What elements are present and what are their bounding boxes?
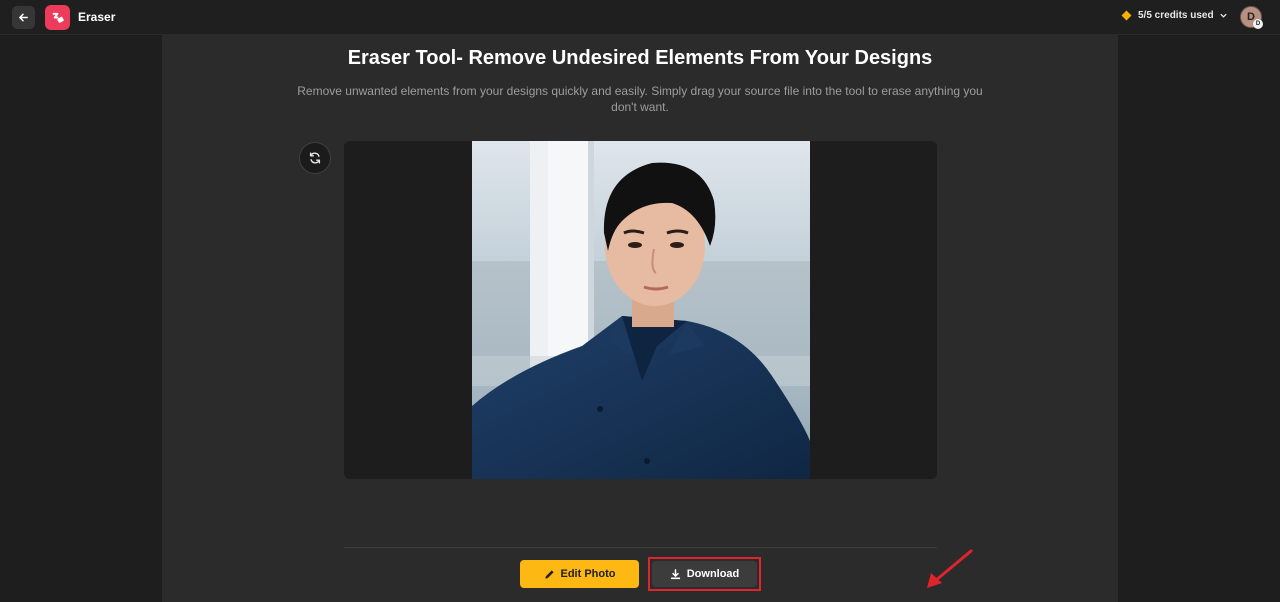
edit-photo-label: Edit Photo bbox=[560, 568, 616, 580]
pencil-icon bbox=[544, 569, 554, 579]
page-subtitle: Remove unwanted elements from your desig… bbox=[297, 84, 983, 114]
red-arrow-annotation bbox=[927, 549, 973, 588]
chevron-down-icon bbox=[1219, 13, 1227, 18]
refresh-button[interactable] bbox=[299, 142, 331, 174]
download-button-inner[interactable]: Download bbox=[652, 561, 757, 587]
app-title: Eraser bbox=[78, 10, 116, 24]
left-gutter bbox=[0, 35, 162, 602]
main-panel: Eraser Tool- Remove Undesired Elements F… bbox=[162, 35, 1118, 602]
credits-text: 5/5 credits used bbox=[1138, 10, 1214, 21]
diamond-icon bbox=[1121, 10, 1132, 21]
edit-photo-button[interactable]: Edit Photo bbox=[520, 560, 639, 588]
avatar-badge: D bbox=[1253, 19, 1263, 29]
back-arrow-icon bbox=[19, 13, 28, 22]
refresh-icon bbox=[309, 152, 321, 164]
page-title: Eraser Tool- Remove Undesired Elements F… bbox=[347, 47, 933, 69]
image-canvas[interactable] bbox=[344, 141, 937, 479]
result-photo bbox=[472, 141, 810, 479]
credits-dropdown[interactable]: 5/5 credits used bbox=[1121, 10, 1228, 21]
right-gutter bbox=[1118, 35, 1280, 602]
download-icon bbox=[670, 568, 680, 579]
back-button[interactable] bbox=[12, 6, 35, 29]
app-logo-icon bbox=[45, 5, 70, 30]
top-bar: Eraser 5/5 credits used D D bbox=[0, 0, 1280, 35]
divider bbox=[344, 547, 937, 548]
download-label: Download bbox=[686, 568, 740, 580]
download-button[interactable]: Download bbox=[648, 557, 761, 591]
avatar[interactable]: D D bbox=[1240, 6, 1263, 29]
